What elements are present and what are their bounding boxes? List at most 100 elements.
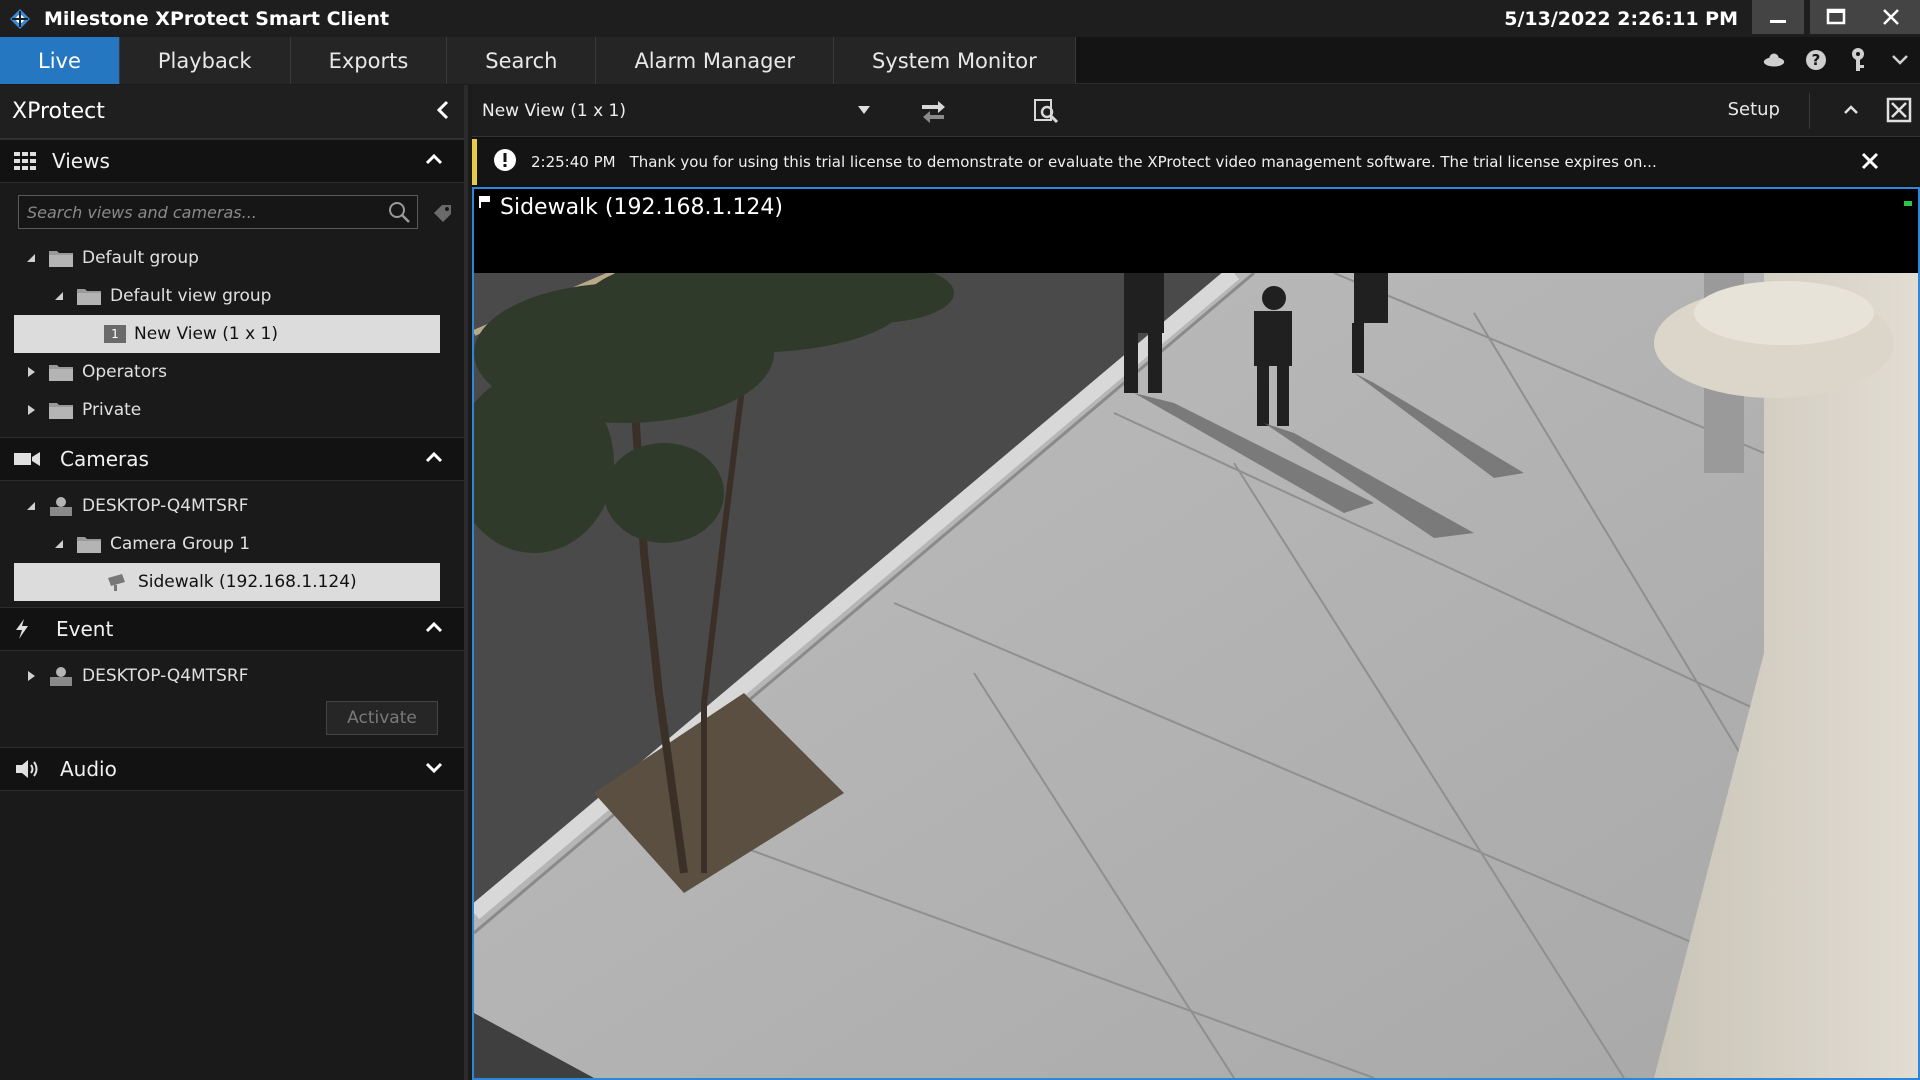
expanded-arrow-icon[interactable] xyxy=(24,499,38,513)
tree-label: DESKTOP-Q4MTSRF xyxy=(82,666,249,686)
tree-item-event-server[interactable]: DESKTOP-Q4MTSRF xyxy=(0,657,464,695)
chevron-down-icon[interactable] xyxy=(1888,47,1912,73)
expanded-arrow-icon[interactable] xyxy=(24,251,38,265)
maximize-button[interactable] xyxy=(1810,0,1862,34)
warning-icon xyxy=(493,148,517,176)
chevron-up-icon xyxy=(425,621,443,633)
lightning-icon xyxy=(16,619,28,639)
tree-item-private[interactable]: Private xyxy=(0,391,464,429)
main-nav: Live Playback Exports Search Alarm Manag… xyxy=(0,37,1920,84)
minimize-icon xyxy=(1770,20,1786,23)
folder-icon xyxy=(48,247,74,269)
folder-icon xyxy=(76,285,102,307)
tree-label: Default group xyxy=(82,248,199,268)
pane-header: XProtect xyxy=(0,85,464,139)
minimize-button[interactable] xyxy=(1752,0,1804,34)
maximize-icon xyxy=(1826,8,1846,25)
tree-label: Camera Group 1 xyxy=(110,534,251,554)
chevron-up-icon xyxy=(425,451,443,463)
camera-flag-icon xyxy=(479,196,490,208)
nav-tabs: Live Playback Exports Search Alarm Manag… xyxy=(0,37,1920,84)
tab-playback[interactable]: Playback xyxy=(119,37,291,84)
tree-item-camera-group[interactable]: Camera Group 1 xyxy=(0,525,464,563)
camera-feed[interactable] xyxy=(474,273,1918,1078)
chevron-up-icon xyxy=(425,153,443,165)
event-section-header[interactable]: Event xyxy=(0,607,464,651)
search-box xyxy=(18,195,451,229)
tree-label: Default view group xyxy=(110,286,272,306)
camera-device-icon xyxy=(104,571,130,593)
chevron-down-icon xyxy=(425,762,443,774)
tree-item-default-view-group[interactable]: Default view group xyxy=(0,277,464,315)
chevron-left-icon xyxy=(436,100,449,119)
server-icon xyxy=(48,665,74,687)
views-section-header[interactable]: Views xyxy=(0,139,464,183)
collapsed-arrow-icon[interactable] xyxy=(24,403,38,417)
tree-label: New View (1 x 1) xyxy=(134,324,278,344)
views-label: Views xyxy=(52,149,110,173)
tree-item-operators[interactable]: Operators xyxy=(0,353,464,391)
tree-label: DESKTOP-Q4MTSRF xyxy=(82,496,249,516)
collapsed-arrow-icon[interactable] xyxy=(24,365,38,379)
speaker-icon xyxy=(16,760,38,778)
tab-search[interactable]: Search xyxy=(447,37,597,84)
activate-button[interactable]: Activate xyxy=(326,701,438,735)
tree-item-new-view[interactable]: 1 New View (1 x 1) xyxy=(14,315,440,353)
camera-title-bar: Sidewalk (192.168.1.124) xyxy=(474,189,1918,273)
dropdown-arrow-icon xyxy=(858,106,870,114)
close-window-button[interactable] xyxy=(1862,0,1920,34)
audio-section-header[interactable]: Audio xyxy=(0,747,464,791)
close-icon xyxy=(1861,152,1879,170)
notification-time: 2:25:40 PM xyxy=(531,153,616,171)
expanded-arrow-icon[interactable] xyxy=(52,537,66,551)
tree-label: Operators xyxy=(82,362,167,382)
audio-label: Audio xyxy=(60,757,117,781)
toolbar-divider xyxy=(1809,93,1810,129)
grid-icon xyxy=(14,152,36,170)
tab-system-monitor[interactable]: System Monitor xyxy=(833,37,1076,84)
svg-text:?: ? xyxy=(1812,51,1821,69)
title-bar: Milestone XProtect Smart Client 5/13/202… xyxy=(0,0,1920,37)
help-icon[interactable]: ? xyxy=(1804,47,1828,73)
camera-tile[interactable]: Sidewalk (192.168.1.124) xyxy=(472,187,1920,1080)
key-icon[interactable] xyxy=(1846,47,1870,73)
setup-button[interactable]: Setup xyxy=(1728,99,1780,120)
nav-icon-group: ? xyxy=(1762,47,1912,73)
status-cloud-icon[interactable] xyxy=(1762,47,1786,73)
expanded-arrow-icon[interactable] xyxy=(52,289,66,303)
tree-item-camera-server[interactable]: DESKTOP-Q4MTSRF xyxy=(0,487,464,525)
view-toolbar: New View (1 x 1) Setup xyxy=(472,85,1920,137)
camera-search-icon[interactable] xyxy=(1032,97,1062,129)
views-tree: Default group Default view group 1 New V… xyxy=(0,239,464,429)
view-badge: 1 xyxy=(111,327,119,341)
tab-live[interactable]: Live xyxy=(0,37,120,84)
fullscreen-icon xyxy=(1886,97,1912,123)
collapse-pane-button[interactable] xyxy=(434,99,452,125)
camera-title: Sidewalk (192.168.1.124) xyxy=(500,195,784,220)
live-indicator xyxy=(1904,201,1912,206)
server-icon xyxy=(48,495,74,517)
tab-alarm-manager[interactable]: Alarm Manager xyxy=(596,37,834,84)
camera-feed-image xyxy=(474,273,1918,1078)
tree-item-default-group[interactable]: Default group xyxy=(0,239,464,277)
notification-message: Thank you for using this trial license t… xyxy=(629,153,1657,171)
collapse-toolbar-button[interactable] xyxy=(1842,101,1860,121)
dismiss-notification-button[interactable] xyxy=(1860,151,1880,175)
view-layout-icon: 1 xyxy=(104,325,126,343)
collapsed-arrow-icon[interactable] xyxy=(24,669,38,683)
camera-icon xyxy=(14,452,40,466)
view-selector[interactable]: New View (1 x 1) xyxy=(482,101,626,121)
swap-cameras-icon[interactable] xyxy=(918,97,948,129)
xprotect-logo-icon xyxy=(8,7,32,31)
tree-item-sidewalk-camera[interactable]: Sidewalk (192.168.1.124) xyxy=(14,563,440,601)
cameras-tree: DESKTOP-Q4MTSRF Camera Group 1 Sidewalk … xyxy=(0,481,464,601)
folder-icon xyxy=(76,533,102,555)
event-tree: DESKTOP-Q4MTSRF Activate xyxy=(0,651,464,747)
search-input[interactable] xyxy=(19,197,359,227)
tab-exports[interactable]: Exports xyxy=(290,37,448,84)
fullscreen-button[interactable] xyxy=(1886,97,1912,127)
cameras-section-header[interactable]: Cameras xyxy=(0,437,464,481)
cameras-label: Cameras xyxy=(60,447,149,471)
folder-icon xyxy=(48,399,74,421)
chevron-up-icon xyxy=(1844,105,1858,114)
